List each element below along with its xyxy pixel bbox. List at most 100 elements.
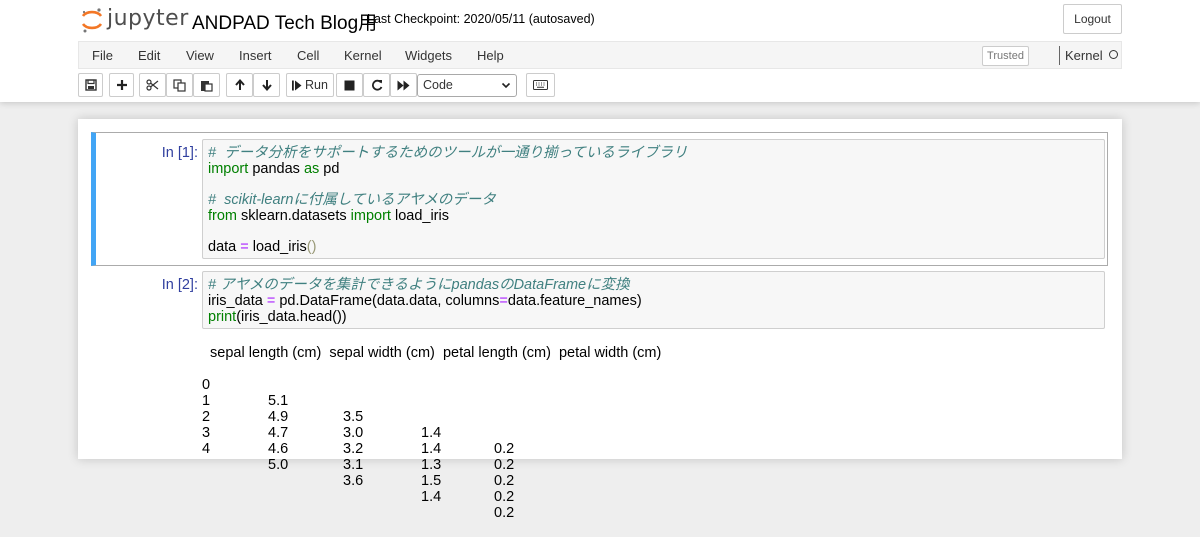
move-up-button[interactable] (226, 73, 253, 97)
keyboard-icon (533, 80, 548, 90)
move-down-button[interactable] (253, 73, 280, 97)
menu-widgets[interactable]: Widgets (405, 48, 452, 63)
output-row: 2 4.7 3.2 1.3 0.2 (202, 393, 902, 489)
code-text: data.feature_names) (507, 293, 642, 309)
code-line: iris_data = pd.DataFrame(data.data, colu… (208, 293, 642, 309)
output-value: 0.2 (494, 457, 515, 473)
code-bracket: () (306, 239, 317, 255)
code-text: pd.DataFrame(data.data, columns (275, 293, 500, 309)
output-value: 3.1 (343, 457, 364, 473)
menu-view[interactable]: View (186, 48, 214, 63)
code-line: data = load_iris() (208, 239, 316, 255)
code-line: # データ分析をサポートするためのツールが一通り揃っているライブラリ (208, 145, 687, 161)
output-value: 4.6 (268, 441, 289, 457)
output-value: 0.2 (494, 473, 515, 489)
menu-kernel[interactable]: Kernel (344, 48, 382, 63)
code-keyword: import (350, 208, 391, 224)
cell-type-value: Code (423, 78, 453, 92)
menu-edit[interactable]: Edit (138, 48, 160, 63)
output-value: 1.4 (421, 489, 442, 505)
output-value: 3.2 (343, 441, 364, 457)
input-prompt: In [2]: (161, 277, 198, 293)
code-text: sklearn.datasets (237, 208, 351, 224)
menubar: File Edit View Insert Cell Kernel Widget… (78, 41, 1122, 69)
code-text: load_iris (390, 208, 449, 224)
kernel-name[interactable]: Kernel (1065, 48, 1103, 63)
trusted-indicator[interactable]: Trusted (982, 46, 1029, 66)
copy-button[interactable] (166, 73, 193, 97)
run-label: Run (305, 78, 328, 92)
command-palette-button[interactable] (526, 73, 555, 97)
restart-button[interactable] (363, 73, 390, 97)
output-value: 3.6 (343, 473, 364, 489)
checkpoint-status: Last Checkpoint: 2020/05/11 (autosaved) (367, 12, 595, 26)
code-comment: # アヤメのデータを集計できるようにpandasのDataFrameに変換 (208, 277, 630, 293)
paste-icon (201, 80, 213, 92)
code-text: load_iris (248, 239, 307, 255)
notebook-title[interactable]: ANDPAD Tech Blog用 (192, 8, 377, 35)
code-comment: # scikit-learnに付属しているアヤメのデータ (208, 192, 496, 208)
toolbar: Run Code (78, 73, 1122, 99)
code-keyword: from (208, 208, 237, 224)
stop-icon (344, 80, 355, 90)
code-text: data (208, 239, 241, 255)
menu-insert[interactable]: Insert (239, 48, 272, 63)
output-value: 0.2 (494, 489, 515, 505)
output-row: 1 4.9 3.0 1.4 0.2 (202, 377, 902, 473)
cell-type-select[interactable]: Code (417, 74, 517, 97)
menu-cell[interactable]: Cell (297, 48, 319, 63)
run-button[interactable]: Run (286, 73, 334, 97)
restart-icon (371, 79, 382, 91)
kernel-divider (1059, 46, 1060, 65)
code-keyword: print (208, 309, 237, 325)
code-operator: = (240, 239, 249, 255)
menu-help[interactable]: Help (477, 48, 504, 63)
save-button[interactable] (78, 73, 103, 97)
output-value: 1.5 (421, 473, 442, 489)
output-row: 3 4.6 3.1 1.5 0.2 (202, 409, 902, 505)
code-text: (iris_data.head()) (236, 309, 347, 325)
input-prompt: In [1]: (161, 145, 198, 161)
code-cell[interactable]: In [1]: # データ分析をサポートするためのツールが一通り揃っているライブ… (91, 132, 1108, 266)
code-keyword: import (208, 161, 249, 177)
paste-button[interactable] (193, 73, 220, 97)
fast-forward-icon (397, 80, 410, 90)
menu-file[interactable]: File (92, 48, 113, 63)
save-icon (84, 79, 97, 91)
kernel-status-icon (1109, 50, 1118, 59)
logo-text: jupyter (107, 6, 189, 31)
code-line: import pandas as pd (208, 161, 339, 177)
arrow-up-icon (234, 79, 245, 90)
insert-cell-button[interactable] (109, 73, 134, 97)
cut-icon (146, 79, 159, 91)
output-value: 1.3 (421, 457, 442, 473)
notebook-header: jupyter ANDPAD Tech Blog用 Last Checkpoin… (0, 0, 1200, 102)
code-operator: = (499, 293, 508, 309)
code-line: from sklearn.datasets import load_iris (208, 208, 449, 224)
output-value: 0.2 (494, 441, 515, 457)
cut-button[interactable] (139, 73, 166, 97)
code-cell[interactable]: In [2]: # アヤメのデータを集計できるようにpandasのDataFra… (91, 267, 1108, 521)
code-line: # アヤメのデータを集計できるようにpandasのDataFrameに変換 (208, 277, 630, 293)
output-value: 0.2 (494, 505, 515, 521)
code-keyword: as (303, 161, 320, 177)
logout-button[interactable]: Logout (1063, 4, 1122, 34)
code-comment: # データ分析をサポートするためのツールが一通り揃っているライブラリ (208, 145, 688, 161)
output-row: 4 5.0 3.6 1.4 0.2 (202, 425, 902, 521)
code-editor[interactable]: # データ分析をサポートするためのツールが一通り揃っているライブラリ impor… (202, 139, 1105, 259)
copy-icon (173, 78, 186, 92)
jupyter-logo-icon (81, 8, 103, 33)
row-index: 4 (202, 441, 211, 457)
output-row: 0 5.1 3.5 1.4 0.2 (202, 361, 902, 457)
code-text: iris_data (208, 293, 267, 309)
output-value: 5.0 (268, 457, 289, 473)
jupyter-logo[interactable]: jupyter (80, 5, 188, 35)
chevron-down-icon (501, 82, 511, 89)
arrow-down-icon (261, 80, 272, 91)
code-editor[interactable]: # アヤメのデータを集計できるようにpandasのDataFrameに変換 ir… (202, 271, 1105, 329)
interrupt-button[interactable] (336, 73, 363, 97)
output-header: sepal length (cm) sepal width (cm) petal… (202, 345, 662, 361)
code-text: pd (319, 161, 340, 177)
run-all-button[interactable] (390, 73, 417, 97)
code-line: # scikit-learnに付属しているアヤメのデータ (208, 192, 496, 208)
